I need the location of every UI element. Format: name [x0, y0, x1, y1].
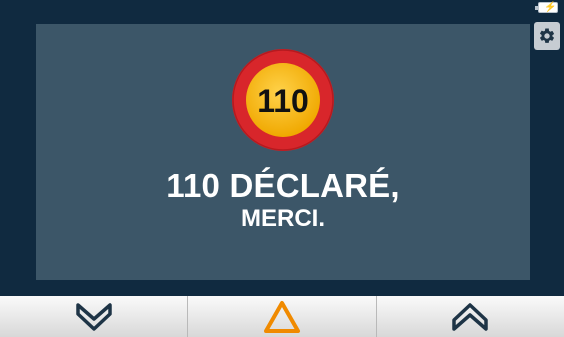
charging-bolt-icon: ⚡ [544, 2, 557, 13]
message-subtitle: MERCI. [241, 205, 325, 232]
gear-icon [539, 28, 555, 43]
report-button[interactable] [188, 296, 377, 337]
bottom-toolbar [0, 296, 564, 337]
chevron-up-icon [452, 302, 489, 331]
confirmation-panel: 110 110 DÉCLARÉ, MERCI. [36, 24, 530, 280]
alert-screen: ⚡ 110 110 DÉCLARÉ, MERCI. [0, 0, 564, 337]
scroll-up-button[interactable] [377, 296, 564, 337]
speed-limit-sign: 110 [232, 49, 334, 151]
chevron-down-icon [75, 302, 112, 331]
warning-triangle-icon [263, 300, 300, 333]
scroll-down-button[interactable] [0, 296, 189, 337]
message-title: 110 DÉCLARÉ, [166, 167, 400, 204]
settings-button[interactable] [534, 22, 560, 50]
sign-code: 110 [257, 83, 309, 119]
battery-charging-icon: ⚡ [535, 2, 558, 13]
